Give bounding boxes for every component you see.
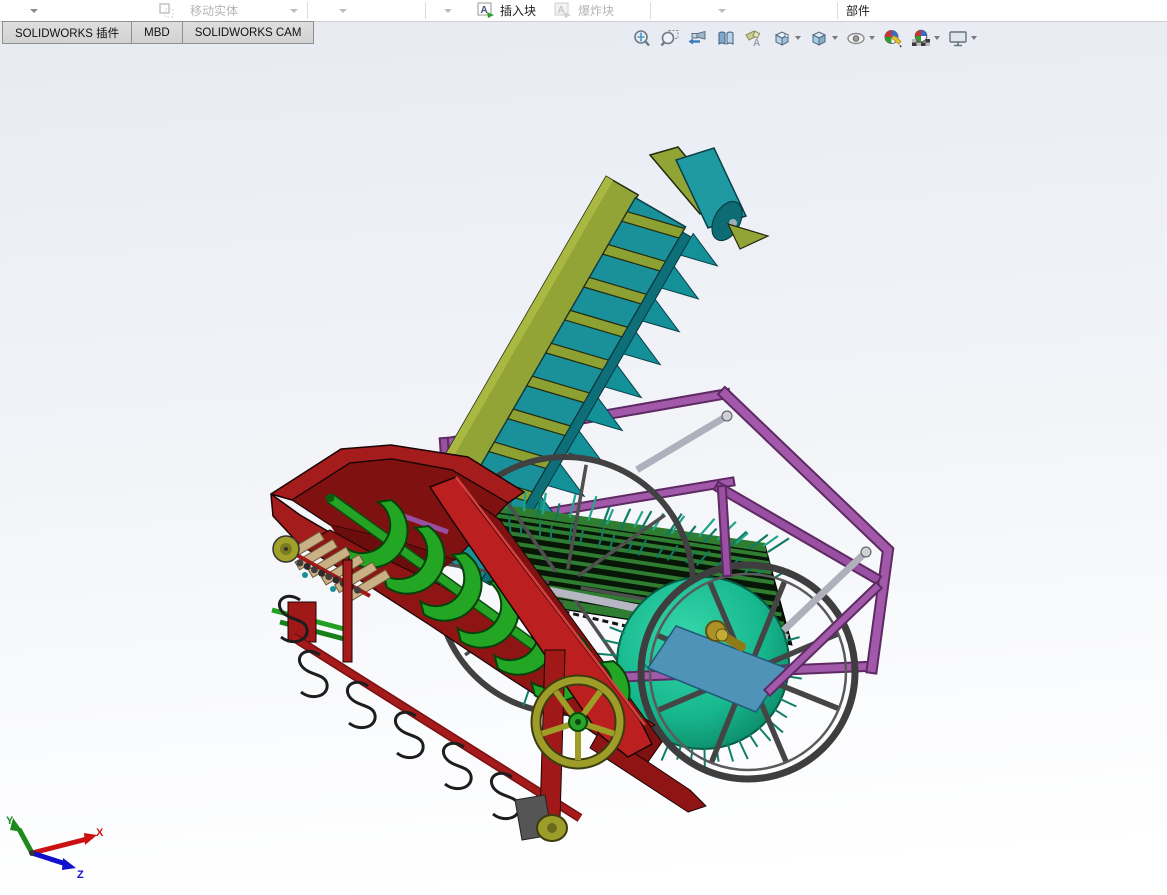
insert-block-icon[interactable]: A (477, 0, 495, 21)
toolbar-dropdown-4[interactable] (718, 0, 726, 21)
solidworks-window: X Y Z 移动实体 A 插入块 A 爆炸块 部件 SOLIDWORKS 插件 … (0, 0, 1167, 895)
heads-up-toolbar: A (630, 27, 979, 49)
move-entity-dropdown[interactable] (290, 0, 298, 21)
move-entity-icon (158, 0, 176, 21)
toolbar-separator (307, 2, 308, 19)
parts-button[interactable]: 部件 (846, 0, 870, 21)
view-settings-caret[interactable] (971, 36, 977, 40)
edit-appearance-icon[interactable] (881, 28, 905, 49)
command-toolbar: 移动实体 A 插入块 A 爆炸块 部件 (0, 0, 1167, 22)
zoom-to-fit-icon[interactable] (630, 28, 654, 49)
svg-text:A: A (753, 38, 760, 48)
zoom-to-area-icon[interactable] (658, 28, 682, 49)
toolbar-separator (425, 2, 426, 19)
tab-solidworks-cam[interactable]: SOLIDWORKS CAM (182, 21, 315, 44)
hide-show-items-caret[interactable] (869, 36, 875, 40)
toolbar-separator (650, 2, 651, 19)
toolbar-dropdown-3[interactable] (444, 0, 452, 21)
insert-block-button[interactable]: 插入块 (500, 0, 536, 21)
view-settings-button[interactable] (946, 28, 979, 49)
hide-show-annotations-icon[interactable]: A (742, 28, 766, 49)
move-entity-label: 移动实体 (190, 4, 239, 18)
commandmanager-tabbar: SOLIDWORKS 插件 MBD SOLIDWORKS CAM (2, 21, 315, 44)
apply-scene-button[interactable] (909, 28, 942, 49)
view-orientation-caret[interactable] (795, 36, 801, 40)
explode-block-button: 爆炸块 (578, 0, 614, 21)
insert-block-label: 插入块 (500, 4, 537, 18)
previous-view-icon[interactable] (686, 28, 710, 49)
parts-label: 部件 (846, 4, 871, 18)
toolbar-dropdown-2[interactable] (339, 0, 347, 21)
move-entity-button: 移动实体 (190, 0, 238, 21)
display-style-caret[interactable] (832, 36, 838, 40)
display-style-button[interactable] (807, 28, 840, 49)
tab-solidworks-addins[interactable]: SOLIDWORKS 插件 (2, 21, 133, 44)
svg-text:A: A (481, 5, 488, 16)
view-orientation-button[interactable] (770, 28, 803, 49)
graphics-viewport[interactable] (0, 21, 1167, 895)
svg-text:A: A (558, 5, 565, 16)
toolbar-separator (837, 2, 838, 19)
explode-block-icon: A (554, 0, 572, 21)
section-view-icon[interactable] (714, 28, 738, 49)
hide-show-items-button[interactable] (844, 28, 877, 49)
tab-mbd[interactable]: MBD (132, 21, 183, 44)
toolbar-dropdown-1[interactable] (30, 0, 38, 21)
explode-block-label: 爆炸块 (578, 4, 615, 18)
apply-scene-caret[interactable] (934, 36, 940, 40)
